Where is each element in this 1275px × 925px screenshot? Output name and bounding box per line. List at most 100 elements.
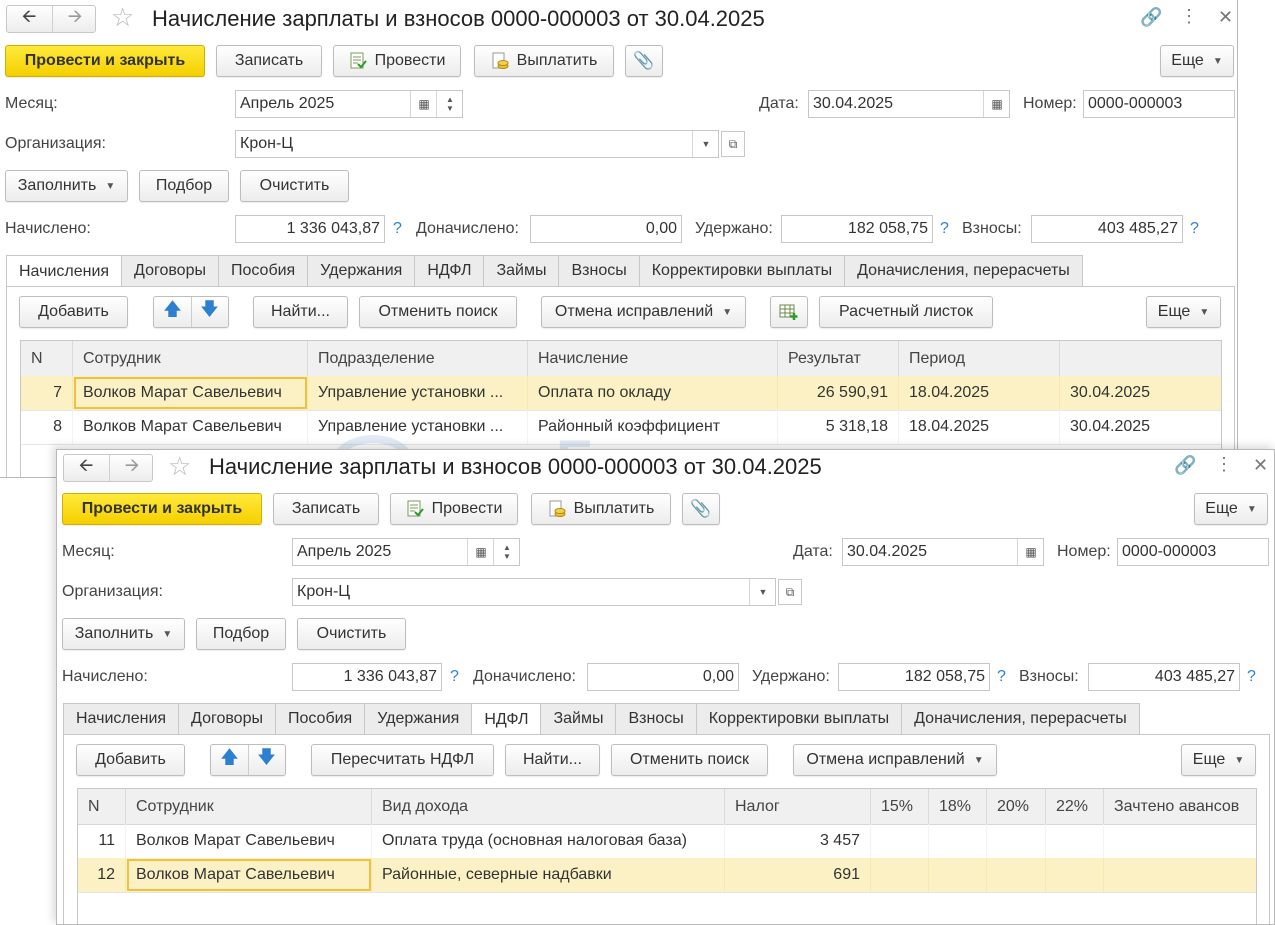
tab-ndfl[interactable]: НДФЛ (471, 703, 542, 736)
column-header-n[interactable]: N (78, 789, 126, 824)
fill-button[interactable]: Заполнить ▼ (62, 618, 185, 650)
tab-loans[interactable]: Займы (540, 703, 617, 734)
more-vertical-icon[interactable]: ⋮ (1215, 454, 1233, 475)
cancel-corrections-button[interactable]: Отмена исправлений ▼ (793, 744, 997, 776)
attach-button[interactable]: 📎 (682, 493, 720, 525)
post-button[interactable]: Провести (333, 45, 461, 77)
arrow-down-icon[interactable]: 🡇 (190, 297, 228, 327)
period-end-cell[interactable]: 30.04.2025 (1060, 376, 1221, 410)
post-and-close-button[interactable]: Провести и закрыть (62, 493, 262, 525)
column-header-advances-offset[interactable]: Зачтено авансов (1104, 789, 1256, 824)
advances-offset-cell[interactable] (1104, 824, 1256, 858)
tax-cell[interactable]: 691 (725, 858, 871, 892)
find-button[interactable]: Найти... (505, 744, 600, 776)
accrual-cell[interactable]: Оплата по окладу (528, 376, 778, 410)
select-button[interactable]: Подбор (139, 170, 229, 202)
calendar-icon[interactable]: ▦ (410, 91, 437, 117)
recalculate-ndfl-button[interactable]: Пересчитать НДФЛ (311, 744, 494, 776)
period-start-cell[interactable]: 18.04.2025 (899, 410, 1060, 444)
link-icon[interactable]: 🔗 (1140, 7, 1162, 28)
favorite-star-icon[interactable]: ☆ (111, 2, 134, 33)
arrow-up-icon[interactable]: 🡅 (155, 297, 191, 327)
cancel-search-button[interactable]: Отменить поиск (611, 744, 768, 776)
back-arrow-icon[interactable]: 🡨 (7, 6, 51, 32)
payslip-button[interactable]: Расчетный листок (819, 296, 993, 328)
date-field[interactable]: 30.04.2025 ▦ (808, 90, 1010, 118)
add-button[interactable]: Добавить (76, 744, 185, 776)
open-organization-icon[interactable]: ⧉ (778, 579, 802, 605)
more-button[interactable]: Еще ▼ (1160, 45, 1234, 77)
tab-payment-corrections[interactable]: Корректировки выплаты (638, 255, 846, 286)
income-type-cell[interactable]: Районные, северные надбавки (372, 858, 725, 892)
rate-20-cell[interactable] (987, 824, 1046, 858)
calendar-icon[interactable]: ▦ (983, 91, 1010, 117)
table-row[interactable]: 12 Волков Марат Савельевич Районные, сев… (78, 858, 1256, 893)
month-field[interactable]: Апрель 2025 ▦ ▲ ▼ (292, 538, 520, 566)
table-row[interactable]: 11 Волков Марат Савельевич Оплата труда … (78, 824, 1256, 859)
income-type-cell[interactable]: Оплата труда (основная налоговая база) (372, 824, 725, 858)
employee-cell[interactable]: Волков Марат Савельевич (126, 858, 372, 892)
add-button[interactable]: Добавить (19, 296, 128, 328)
help-icon[interactable]: ? (997, 668, 1006, 686)
help-icon[interactable]: ? (393, 220, 402, 238)
column-header-rate-18[interactable]: 18% (929, 789, 987, 824)
column-header-department[interactable]: Подразделение (308, 341, 528, 376)
cancel-search-button[interactable]: Отменить поиск (359, 296, 517, 328)
column-header-employee[interactable]: Сотрудник (73, 341, 308, 376)
save-button[interactable]: Записать (216, 45, 322, 77)
tab-loans[interactable]: Займы (483, 255, 560, 286)
employee-cell[interactable]: Волков Марат Савельевич (126, 824, 372, 858)
fill-button[interactable]: Заполнить ▼ (5, 170, 128, 202)
month-stepper[interactable]: ▲ ▼ (436, 91, 463, 117)
clear-button[interactable]: Очистить (240, 170, 349, 202)
tab-deductions[interactable]: Удержания (364, 703, 473, 734)
post-button[interactable]: Провести (390, 493, 518, 525)
more-vertical-icon[interactable]: ⋮ (1180, 6, 1198, 27)
forward-arrow-icon[interactable]: 🡪 (109, 455, 154, 481)
month-field[interactable]: Апрель 2025 ▦ ▲ ▼ (235, 90, 463, 118)
forward-arrow-icon[interactable]: 🡪 (52, 6, 97, 32)
department-cell[interactable]: Управление установки ... (308, 376, 528, 410)
arrow-down-icon[interactable]: 🡇 (247, 745, 285, 775)
favorite-star-icon[interactable]: ☆ (168, 451, 191, 482)
rate-15-cell[interactable] (871, 858, 929, 892)
calendar-icon[interactable]: ▦ (1017, 539, 1044, 565)
result-cell[interactable]: 26 590,91 (778, 376, 899, 410)
column-header-accrual[interactable]: Начисление (528, 341, 778, 376)
post-and-close-button[interactable]: Провести и закрыть (5, 45, 205, 77)
save-button[interactable]: Записать (273, 493, 379, 525)
tab-accruals[interactable]: Начисления (6, 255, 123, 288)
column-header-period[interactable]: Период (899, 341, 1060, 376)
date-field[interactable]: 30.04.2025 ▦ (842, 538, 1044, 566)
close-icon[interactable]: ✕ (1253, 455, 1268, 476)
organization-field[interactable]: Крон-Ц ▼ (292, 578, 776, 606)
column-header-income-type[interactable]: Вид дохода (372, 789, 725, 824)
close-icon[interactable]: ✕ (1218, 7, 1233, 28)
column-header-rate-22[interactable]: 22% (1046, 789, 1104, 824)
help-icon[interactable]: ? (1190, 220, 1199, 238)
tab-contracts[interactable]: Договоры (121, 255, 219, 286)
month-stepper[interactable]: ▲ ▼ (493, 539, 520, 565)
tab-contributions[interactable]: Взносы (558, 255, 640, 286)
tab-benefits[interactable]: Пособия (217, 255, 309, 286)
clear-button[interactable]: Очистить (297, 618, 406, 650)
number-field[interactable]: 0000-000003 (1083, 90, 1235, 118)
dropdown-caret-icon[interactable]: ▼ (692, 131, 719, 157)
add-rows-button[interactable] (770, 296, 808, 328)
table-row[interactable]: 7 Волков Марат Савельевич Управление уст… (21, 376, 1221, 411)
tab-contracts[interactable]: Договоры (178, 703, 276, 734)
column-header-tax[interactable]: Налог (725, 789, 871, 824)
more-button[interactable]: Еще ▼ (1146, 296, 1221, 328)
more-button[interactable]: Еще ▼ (1194, 493, 1268, 525)
select-button[interactable]: Подбор (196, 618, 286, 650)
tab-accruals[interactable]: Начисления (63, 703, 180, 734)
number-field[interactable]: 0000-000003 (1117, 538, 1269, 566)
attach-button[interactable]: 📎 (625, 45, 663, 77)
tab-recalculations[interactable]: Доначисления, перерасчеты (901, 703, 1140, 734)
rate-22-cell[interactable] (1046, 858, 1104, 892)
calendar-icon[interactable]: ▦ (467, 539, 494, 565)
rate-20-cell[interactable] (987, 858, 1046, 892)
open-organization-icon[interactable]: ⧉ (721, 131, 745, 157)
column-header-n[interactable]: N (21, 341, 73, 376)
rate-15-cell[interactable] (871, 824, 929, 858)
